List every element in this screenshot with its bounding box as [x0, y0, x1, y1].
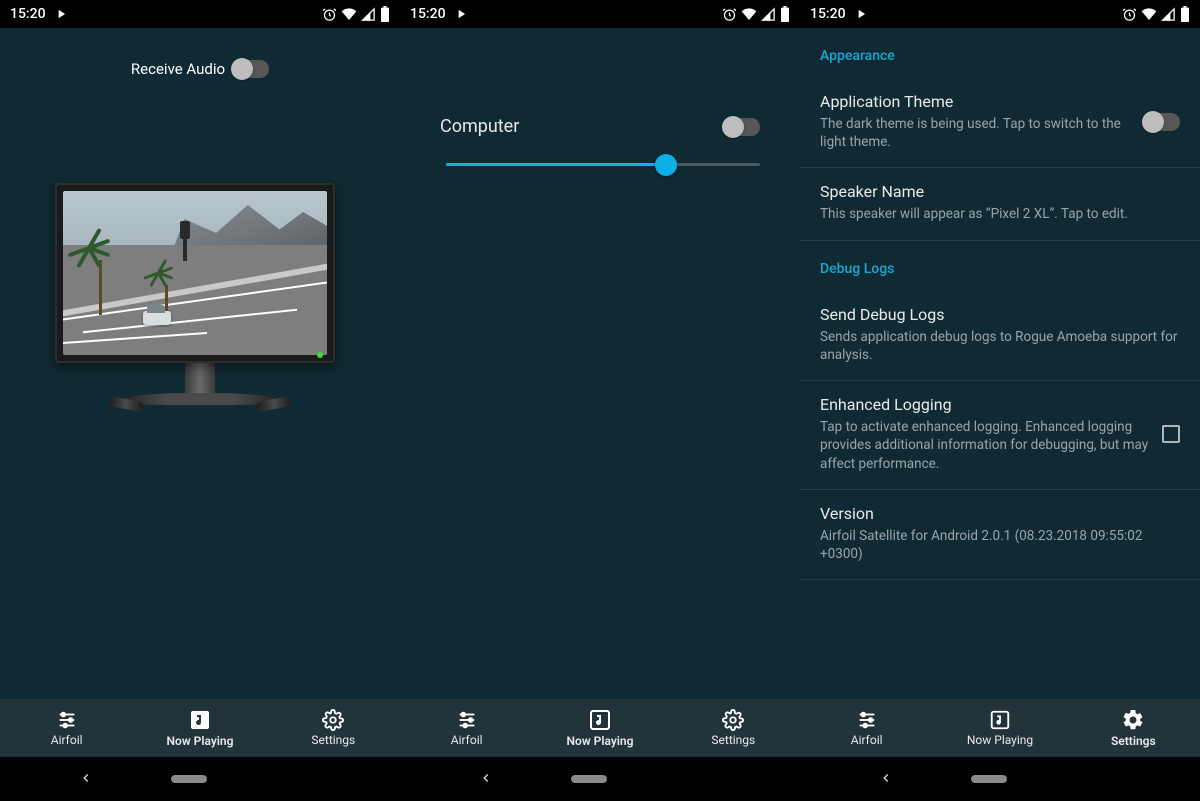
tab-now-playing[interactable]: Now Playing — [933, 699, 1066, 757]
status-time: 15:20 — [10, 6, 46, 22]
sliders-icon — [56, 709, 78, 731]
cell-signal-icon — [1161, 7, 1176, 22]
cell-signal-icon — [361, 7, 376, 22]
nav-home-pill[interactable] — [571, 775, 607, 783]
receive-audio-toggle[interactable] — [233, 60, 269, 78]
gear-icon — [322, 709, 344, 731]
app-notification-icon — [854, 7, 868, 21]
music-note-icon — [588, 708, 612, 732]
tab-settings[interactable]: Settings — [1067, 699, 1200, 757]
wifi-icon — [741, 6, 757, 22]
receive-audio-label: Receive Audio — [131, 60, 225, 78]
tab-airfoil[interactable]: Airfoil — [400, 699, 533, 757]
wifi-icon — [1141, 6, 1157, 22]
setting-title: Send Debug Logs — [820, 305, 1180, 324]
tab-label: Now Playing — [967, 733, 1033, 747]
tab-settings[interactable]: Settings — [267, 699, 400, 757]
setting-subtitle: This speaker will appear as “Pixel 2 XL”… — [820, 205, 1180, 223]
tab-settings[interactable]: Settings — [667, 699, 800, 757]
setting-subtitle: Airfoil Satellite for Android 2.0.1 (08.… — [820, 527, 1180, 563]
setting-enhanced-logging[interactable]: Enhanced Logging Tap to activate enhance… — [800, 381, 1200, 490]
status-time: 15:20 — [810, 6, 846, 22]
setting-title: Enhanced Logging — [820, 395, 1150, 414]
tab-label: Now Playing — [567, 734, 634, 748]
tab-now-playing[interactable]: Now Playing — [133, 699, 266, 757]
setting-subtitle: The dark theme is being used. Tap to swi… — [820, 115, 1132, 151]
app-notification-icon — [454, 7, 468, 21]
bottom-tab-bar: Airfoil Now Playing Settings — [0, 699, 400, 757]
status-bar: 15:20 — [0, 0, 400, 28]
cell-signal-icon — [761, 7, 776, 22]
phone-screen-1: 15:20 Receive Audio — [0, 0, 400, 801]
bottom-tab-bar: Airfoil Now Playing Settings — [400, 699, 800, 757]
speaker-toggle[interactable] — [724, 118, 760, 136]
tab-label: Settings — [711, 733, 755, 747]
alarm-icon — [1122, 7, 1137, 22]
enhanced-logging-checkbox[interactable] — [1162, 425, 1180, 443]
tab-now-playing[interactable]: Now Playing — [533, 699, 666, 757]
nav-back-button[interactable] — [79, 769, 93, 790]
battery-icon — [380, 6, 390, 22]
tab-airfoil[interactable]: Airfoil — [0, 699, 133, 757]
android-nav-bar — [800, 757, 1200, 801]
computer-monitor-image — [55, 183, 345, 405]
tab-label: Settings — [311, 733, 355, 747]
setting-title: Version — [820, 504, 1180, 523]
battery-icon — [1180, 6, 1190, 22]
setting-title: Application Theme — [820, 92, 1132, 111]
tab-airfoil[interactable]: Airfoil — [800, 699, 933, 757]
app-notification-icon — [54, 7, 68, 21]
phone-screen-2: 15:20 Computer Airfoil Now Pla — [400, 0, 800, 801]
setting-version: Version Airfoil Satellite for Android 2.… — [800, 490, 1200, 580]
volume-slider[interactable] — [446, 163, 760, 166]
setting-subtitle: Tap to activate enhanced logging. Enhanc… — [820, 418, 1150, 473]
setting-application-theme[interactable]: Application Theme The dark theme is bein… — [800, 78, 1200, 168]
bottom-tab-bar: Airfoil Now Playing Settings — [800, 699, 1200, 757]
section-header-debug: Debug Logs — [800, 241, 1200, 291]
tab-label: Settings — [1111, 734, 1156, 748]
tab-label: Airfoil — [51, 733, 83, 747]
alarm-icon — [722, 7, 737, 22]
phone-screen-3: 15:20 Appearance Application Theme The d… — [800, 0, 1200, 801]
theme-toggle[interactable] — [1144, 113, 1180, 131]
nav-home-pill[interactable] — [171, 775, 207, 783]
nav-home-pill[interactable] — [971, 775, 1007, 783]
setting-send-debug-logs[interactable]: Send Debug Logs Sends application debug … — [800, 291, 1200, 381]
gear-icon — [1121, 708, 1145, 732]
gear-icon — [722, 709, 744, 731]
section-header-appearance: Appearance — [800, 28, 1200, 78]
sliders-icon — [456, 709, 478, 731]
tab-label: Airfoil — [451, 733, 483, 747]
tab-label: Airfoil — [851, 733, 883, 747]
android-nav-bar — [400, 757, 800, 801]
music-note-icon — [188, 708, 212, 732]
android-nav-bar — [0, 757, 400, 801]
status-time: 15:20 — [410, 6, 446, 22]
battery-icon — [780, 6, 790, 22]
setting-subtitle: Sends application debug logs to Rogue Am… — [820, 328, 1180, 364]
nav-back-button[interactable] — [879, 769, 893, 790]
status-bar: 15:20 — [800, 0, 1200, 28]
speaker-label: Computer — [440, 116, 519, 137]
setting-speaker-name[interactable]: Speaker Name This speaker will appear as… — [800, 168, 1200, 240]
nav-back-button[interactable] — [479, 769, 493, 790]
music-note-icon — [989, 709, 1011, 731]
status-bar: 15:20 — [400, 0, 800, 28]
sliders-icon — [856, 709, 878, 731]
tab-label: Now Playing — [167, 734, 234, 748]
alarm-icon — [322, 7, 337, 22]
wifi-icon — [341, 6, 357, 22]
setting-title: Speaker Name — [820, 182, 1180, 201]
